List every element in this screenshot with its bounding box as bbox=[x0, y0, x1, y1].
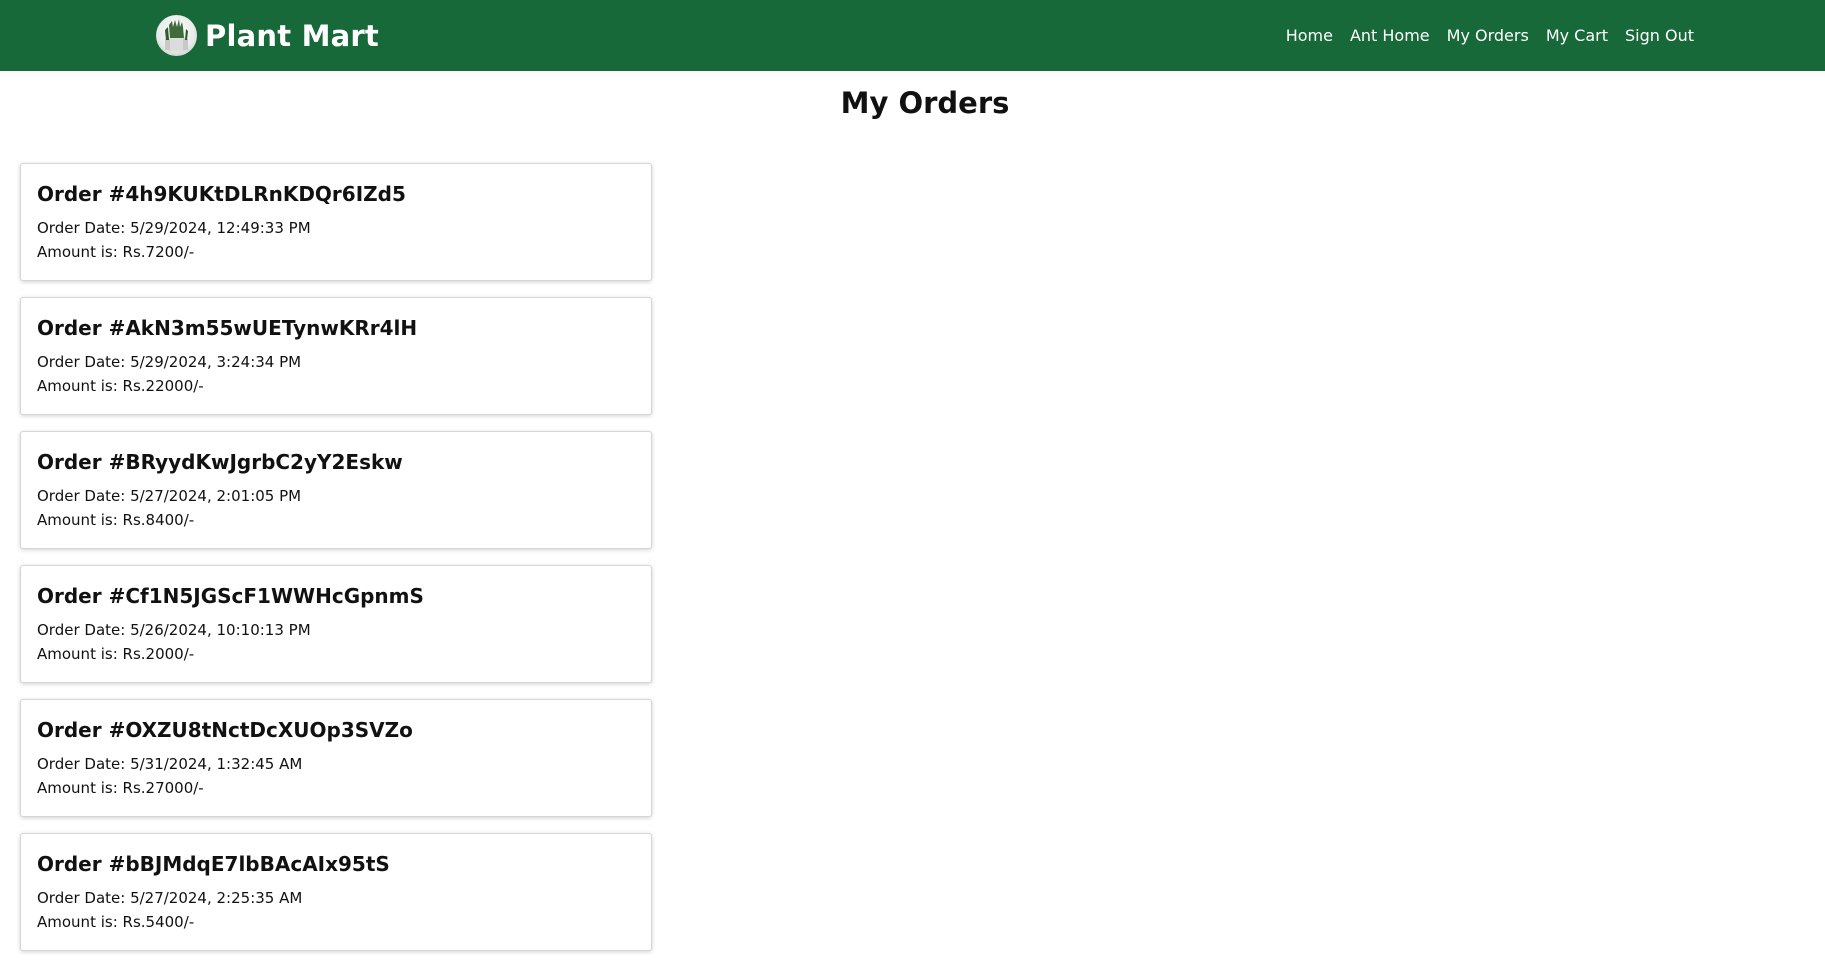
page-title: My Orders bbox=[840, 86, 1010, 120]
order-id: Order #BRyydKwJgrbC2yY2Eskw bbox=[37, 450, 403, 474]
order-date: Order Date: 5/29/2024, 12:49:33 PM bbox=[37, 219, 311, 237]
order-amount: Amount is: Rs.22000/- bbox=[37, 377, 204, 395]
order-amount: Amount is: Rs.8400/- bbox=[37, 511, 195, 529]
order-date: Order Date: 5/27/2024, 2:25:35 AM bbox=[37, 889, 303, 907]
order-id: Order #4h9KUKtDLRnKDQr6IZd5 bbox=[37, 182, 406, 206]
order-amount: Amount is: Rs.7200/- bbox=[37, 243, 195, 261]
order-amount: Amount is: Rs.27000/- bbox=[37, 779, 204, 797]
nav-link-ant-home[interactable]: Ant Home bbox=[1350, 26, 1430, 45]
nav-links: Home Ant Home My Orders My Cart Sign Out bbox=[1269, 0, 1694, 71]
order-card[interactable]: Order #AkN3m55wUETynwKRr4lH Order Date: … bbox=[20, 297, 652, 415]
order-id: Order #AkN3m55wUETynwKRr4lH bbox=[37, 316, 418, 340]
order-card[interactable]: Order #OXZU8tNctDcXUOp3SVZo Order Date: … bbox=[20, 699, 652, 817]
order-amount: Amount is: Rs.2000/- bbox=[37, 645, 195, 663]
order-date: Order Date: 5/29/2024, 3:24:34 PM bbox=[37, 353, 302, 371]
order-date: Order Date: 5/27/2024, 2:01:05 PM bbox=[37, 487, 302, 505]
brand-name: Plant Mart bbox=[205, 18, 379, 53]
order-id: Order #OXZU8tNctDcXUOp3SVZo bbox=[37, 718, 413, 742]
order-amount: Amount is: Rs.5400/- bbox=[37, 913, 195, 931]
plant-logo-icon bbox=[156, 15, 197, 56]
order-card[interactable]: Order #BRyydKwJgrbC2yY2Eskw Order Date: … bbox=[20, 431, 652, 549]
order-list: Order #4h9KUKtDLRnKDQr6IZd5 Order Date: … bbox=[20, 163, 652, 967]
order-id: Order #bBJMdqE7lbBAcAIx95tS bbox=[37, 852, 390, 876]
brand-link[interactable]: Plant Mart bbox=[156, 15, 379, 56]
order-date: Order Date: 5/31/2024, 1:32:45 AM bbox=[37, 755, 303, 773]
order-id: Order #Cf1N5JGScF1WWHcGpnmS bbox=[37, 584, 424, 608]
nav-link-my-orders[interactable]: My Orders bbox=[1447, 26, 1529, 45]
order-card[interactable]: Order #bBJMdqE7lbBAcAIx95tS Order Date: … bbox=[20, 833, 652, 951]
nav-link-home[interactable]: Home bbox=[1286, 26, 1333, 45]
order-card[interactable]: Order #Cf1N5JGScF1WWHcGpnmS Order Date: … bbox=[20, 565, 652, 683]
order-card[interactable]: Order #4h9KUKtDLRnKDQr6IZd5 Order Date: … bbox=[20, 163, 652, 281]
navbar: Plant Mart Home Ant Home My Orders My Ca… bbox=[0, 0, 1825, 71]
nav-link-my-cart[interactable]: My Cart bbox=[1546, 26, 1608, 45]
nav-link-sign-out[interactable]: Sign Out bbox=[1625, 26, 1694, 45]
order-date: Order Date: 5/26/2024, 10:10:13 PM bbox=[37, 621, 311, 639]
